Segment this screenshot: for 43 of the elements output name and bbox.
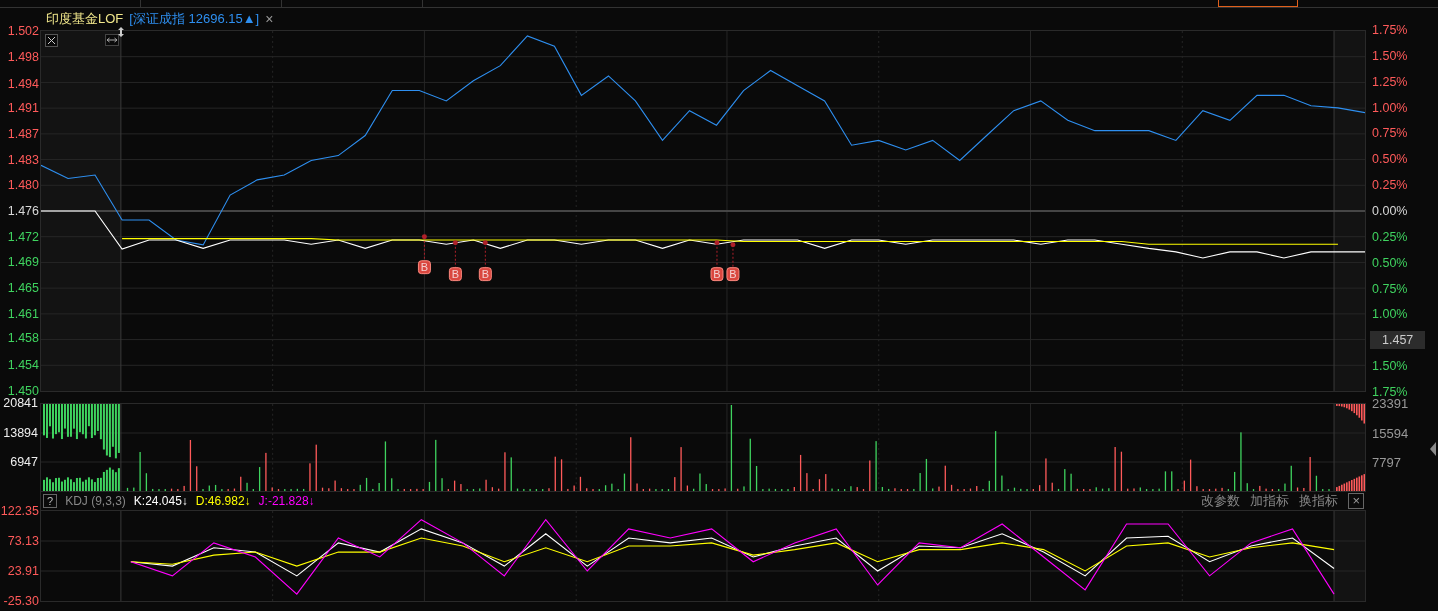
axis-label: 1.454 bbox=[7, 358, 39, 373]
axis-label: 0.75% bbox=[1372, 281, 1408, 296]
axis-label: 1.50% bbox=[1372, 359, 1408, 374]
axis-label: 1.458 bbox=[7, 331, 39, 346]
axis-label: 0.00% bbox=[1372, 204, 1408, 218]
axis-label: 23.91 bbox=[7, 564, 39, 578]
axis-label: -25.30 bbox=[3, 594, 39, 608]
axis-label: 1.487 bbox=[7, 127, 39, 142]
axis-label: 1.498 bbox=[7, 49, 39, 64]
price-tag: 1.457 bbox=[1370, 331, 1426, 350]
axis-label: 1.00% bbox=[1372, 100, 1408, 115]
axis-label: 1.461 bbox=[7, 307, 39, 322]
axis-label: 1.494 bbox=[7, 76, 39, 91]
axis-label: 0.25% bbox=[1372, 229, 1408, 244]
axis-label: 1.502 bbox=[7, 24, 39, 38]
axis-label: 1.75% bbox=[1372, 23, 1408, 37]
axis-label: 1.491 bbox=[7, 100, 39, 115]
axis-label: 6947 bbox=[10, 455, 38, 470]
indicator-value: K:24.045↓ bbox=[133, 494, 188, 508]
axis-label: 1.00% bbox=[1372, 307, 1408, 322]
axis-label: 20841 bbox=[3, 396, 38, 410]
axis-label: 1.483 bbox=[7, 152, 39, 167]
axis-label: 0.50% bbox=[1372, 255, 1408, 270]
axis-label: 1.25% bbox=[1372, 74, 1408, 89]
axis-label: 7797 bbox=[1372, 454, 1401, 470]
axis-label: 15594 bbox=[1372, 425, 1409, 441]
indicator-value: D:46.982↓ bbox=[195, 494, 251, 508]
axis-label: 1.450 bbox=[7, 384, 39, 398]
axis-label: 0.75% bbox=[1372, 126, 1408, 141]
axis-label: 1.465 bbox=[7, 280, 39, 295]
axis-label: 1.476 bbox=[7, 204, 39, 218]
axis-label: 1.472 bbox=[7, 229, 39, 244]
axis-label: 1.480 bbox=[7, 178, 39, 193]
indicator-name: KDJ (9,3,3) bbox=[65, 494, 126, 508]
axis-label: 0.50% bbox=[1372, 152, 1408, 167]
axis-label: 0.25% bbox=[1372, 178, 1408, 193]
axis-label: 73.13 bbox=[7, 534, 39, 548]
axis-label: 1.50% bbox=[1372, 48, 1408, 63]
fund-title: 印度基金LOF bbox=[46, 10, 124, 28]
indicator-value: J:-21.828↓ bbox=[258, 494, 315, 508]
axis-label: 1.469 bbox=[7, 255, 39, 270]
axis-label: 13894 bbox=[3, 425, 38, 440]
axis-label: 122.35 bbox=[0, 504, 39, 518]
